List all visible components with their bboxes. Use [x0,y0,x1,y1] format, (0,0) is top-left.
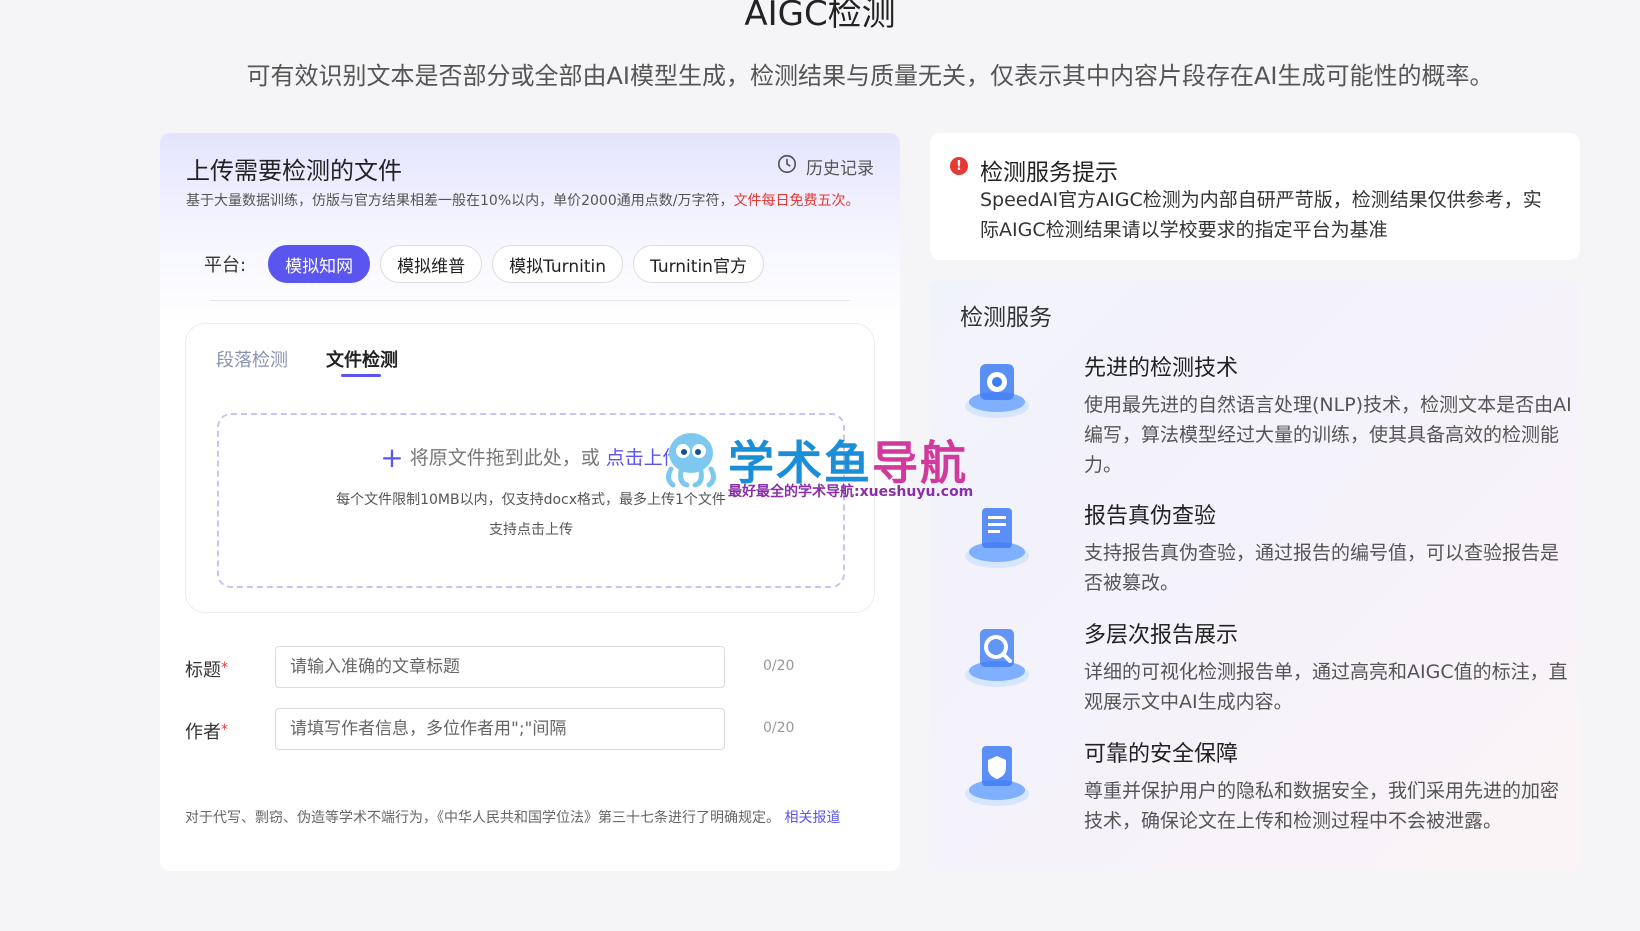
title-input[interactable] [275,646,725,688]
service-title: 多层次报告展示 [1084,623,1239,648]
upload-description-text: 基于大量数据训练，仿版与官方结果相差一般在10%以内，单价2000通用点数/万字… [186,193,734,209]
services-title: 检测服务 [960,305,1052,331]
magnifier-icon [958,617,1036,695]
platform-turnitin-sim[interactable]: 模拟Turnitin [492,245,624,283]
title-label: 标题* [185,656,228,682]
gear-icon [958,350,1036,428]
services-card: 检测服务 先进的检测技术 使用最先进的自然语言处理(NLP)技术，检测文本是否由… [930,280,1580,871]
platform-label: 平台: [204,255,247,276]
service-description: 使用最先进的自然语言处理(NLP)技术，检测文本是否由AI编写，算法模型经过大量… [1084,394,1572,476]
required-marker: * [221,722,228,738]
author-label: 作者* [185,718,228,744]
service-description: 详细的可视化检测报告单，通过高亮和AIGC值的标注，直观展示文中AI生成内容。 [1084,661,1568,713]
history-label: 历史记录 [806,159,874,179]
service-description: 支持报告真伪查验，通过报告的编号值，可以查验报告是否被篡改。 [1084,542,1560,594]
dropzone-text: 将原文件拖到此处，或 [409,447,600,469]
tab-file-check[interactable]: 文件检测 [326,346,398,372]
alert-icon: ! [950,157,968,175]
title-label-text: 标题 [185,660,221,681]
click-upload-note: 支持点击上传 [489,522,573,538]
watermark-logo: 学术鱼导航 最好最全的学术导航:xueshuyu.com [656,425,986,505]
free-quota-note: 文件每日免费五次。 [733,193,860,209]
title-char-count: 0/20 [763,658,795,674]
notice-title: 检测服务提示 [980,160,1118,186]
platform-vip-sim[interactable]: 模拟维普 [380,245,483,283]
author-char-count: 0/20 [763,720,795,736]
clock-icon [776,153,798,180]
legal-note: 对于代写、剽窃、伪造等学术不端行为，《中华人民共和国学位法》第三十七条进行了明确… [185,804,875,833]
platform-turnitin-official[interactable]: Turnitin官方 [633,245,764,283]
active-tab-indicator [341,374,381,377]
platform-cnki-sim[interactable]: 模拟知网 [268,245,371,283]
title-field-row: 标题* 0/20 [185,646,885,688]
shield-document-icon [958,736,1036,814]
page-title: AIGC检测 [744,0,896,34]
notice-text: SpeedAI官方AIGC检测为内部自研严苛版，检测结果仅供参考，实际AIGC检… [980,189,1542,241]
author-input[interactable] [275,708,725,750]
page-subtitle: 可有效识别文本是否部分或全部由AI模型生成，检测结果与质量无关，仅表示其中内容片… [246,62,1494,90]
author-label-text: 作者 [185,722,221,743]
required-marker: * [221,660,228,676]
service-notice-card: ! 检测服务提示 SpeedAI官方AIGC检测为内部自研严苛版，检测结果仅供参… [930,133,1580,260]
service-title: 报告真伪查验 [1084,504,1217,529]
service-title: 先进的检测技术 [1084,356,1239,381]
related-report-link[interactable]: 相关报道 [784,810,840,826]
divider [210,300,850,301]
plus-icon: + [380,441,404,474]
watermark-subtitle: 最好最全的学术导航:xueshuyu.com [728,484,974,500]
service-description: 尊重并保护用户的隐私和数据安全，我们采用先进的加密技术，确保论文在上传和检测过程… [1084,780,1560,832]
author-field-row: 作者* 0/20 [185,708,885,750]
tab-paragraph-check[interactable]: 段落检测 [216,346,288,372]
report-icon [958,498,1036,576]
legal-note-text: 对于代写、剽窃、伪造等学术不端行为，《中华人民共和国学位法》第三十七条进行了明确… [185,810,780,826]
upload-description: 基于大量数据训练，仿版与官方结果相差一般在10%以内，单价2000通用点数/万字… [186,187,874,216]
upload-title: 上传需要检测的文件 [186,157,402,185]
service-title: 可靠的安全保障 [1084,742,1239,767]
octopus-logo-icon [665,433,717,488]
history-button[interactable]: 历史记录 [776,153,874,180]
platform-selector: 平台: 模拟知网 模拟维普 模拟Turnitin Turnitin官方 [204,245,764,283]
